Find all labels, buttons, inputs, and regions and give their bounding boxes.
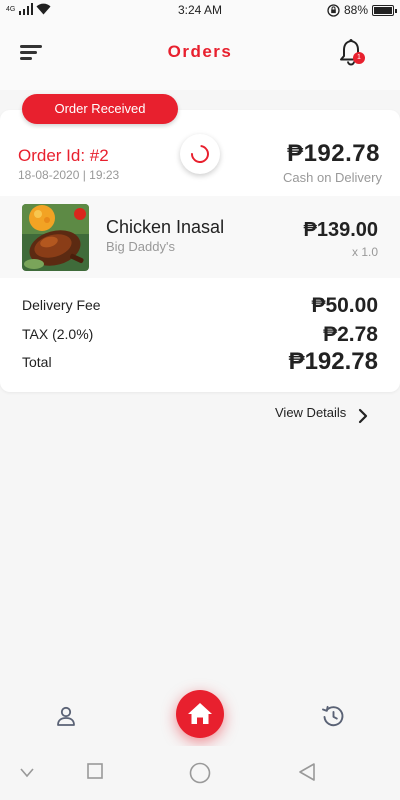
item-name: Chicken Inasal — [106, 217, 225, 237]
order-id: Order Id: #2 — [18, 146, 109, 165]
home-button[interactable] — [176, 690, 224, 738]
user-icon[interactable] — [55, 705, 77, 727]
restaurant-name: Big Daddy's — [106, 239, 175, 254]
back-button[interactable] — [298, 763, 316, 781]
history-icon[interactable] — [321, 704, 345, 728]
food-image — [22, 204, 89, 271]
total-value: ₱192.78 — [288, 348, 378, 375]
status-bar: 4G 3:24 AM 88% — [0, 0, 400, 20]
item-quantity: x 1.0 — [351, 245, 378, 259]
home-system-button[interactable] — [189, 762, 211, 784]
order-status-badge: Order Received — [22, 94, 178, 124]
chicken-inasal-image — [22, 204, 89, 271]
tax-label: TAX (2.0%) — [22, 326, 94, 342]
system-navigation-bar — [0, 746, 400, 800]
view-details-link[interactable]: View Details — [275, 405, 346, 420]
battery-percent: 88% — [343, 3, 368, 17]
payment-method: Cash on Delivery — [283, 170, 382, 185]
notifications-button[interactable]: 1 — [338, 38, 368, 68]
app-header: Orders 1 — [0, 20, 400, 90]
status-right: 88% — [327, 3, 397, 17]
notification-badge: 1 — [353, 52, 365, 64]
chevron-down-icon[interactable] — [20, 768, 34, 778]
item-price: ₱139.00 — [303, 219, 378, 241]
rotation-lock-icon — [327, 3, 340, 17]
bottom-navigation — [0, 680, 400, 746]
total-label: Total — [22, 354, 52, 370]
battery-level — [374, 6, 392, 14]
loading-icon — [187, 141, 213, 167]
recent-apps-button[interactable] — [87, 763, 103, 779]
chevron-right-icon[interactable] — [356, 408, 370, 424]
delivery-fee-label: Delivery Fee — [22, 297, 101, 313]
battery-icon — [372, 4, 397, 16]
order-progress-indicator — [180, 134, 220, 174]
order-total: ₱192.78 — [287, 140, 380, 167]
delivery-fee-value: ₱50.00 — [311, 294, 378, 317]
tax-value: ₱2.78 — [323, 323, 378, 346]
home-icon — [188, 703, 212, 724]
order-datetime: 18-08-2020 | 19:23 — [18, 168, 120, 182]
